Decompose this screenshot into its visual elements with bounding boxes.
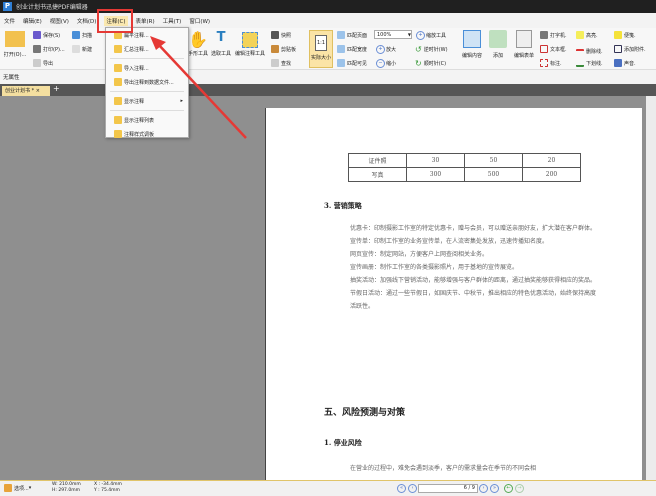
red-arrow-icon [150,36,247,139]
